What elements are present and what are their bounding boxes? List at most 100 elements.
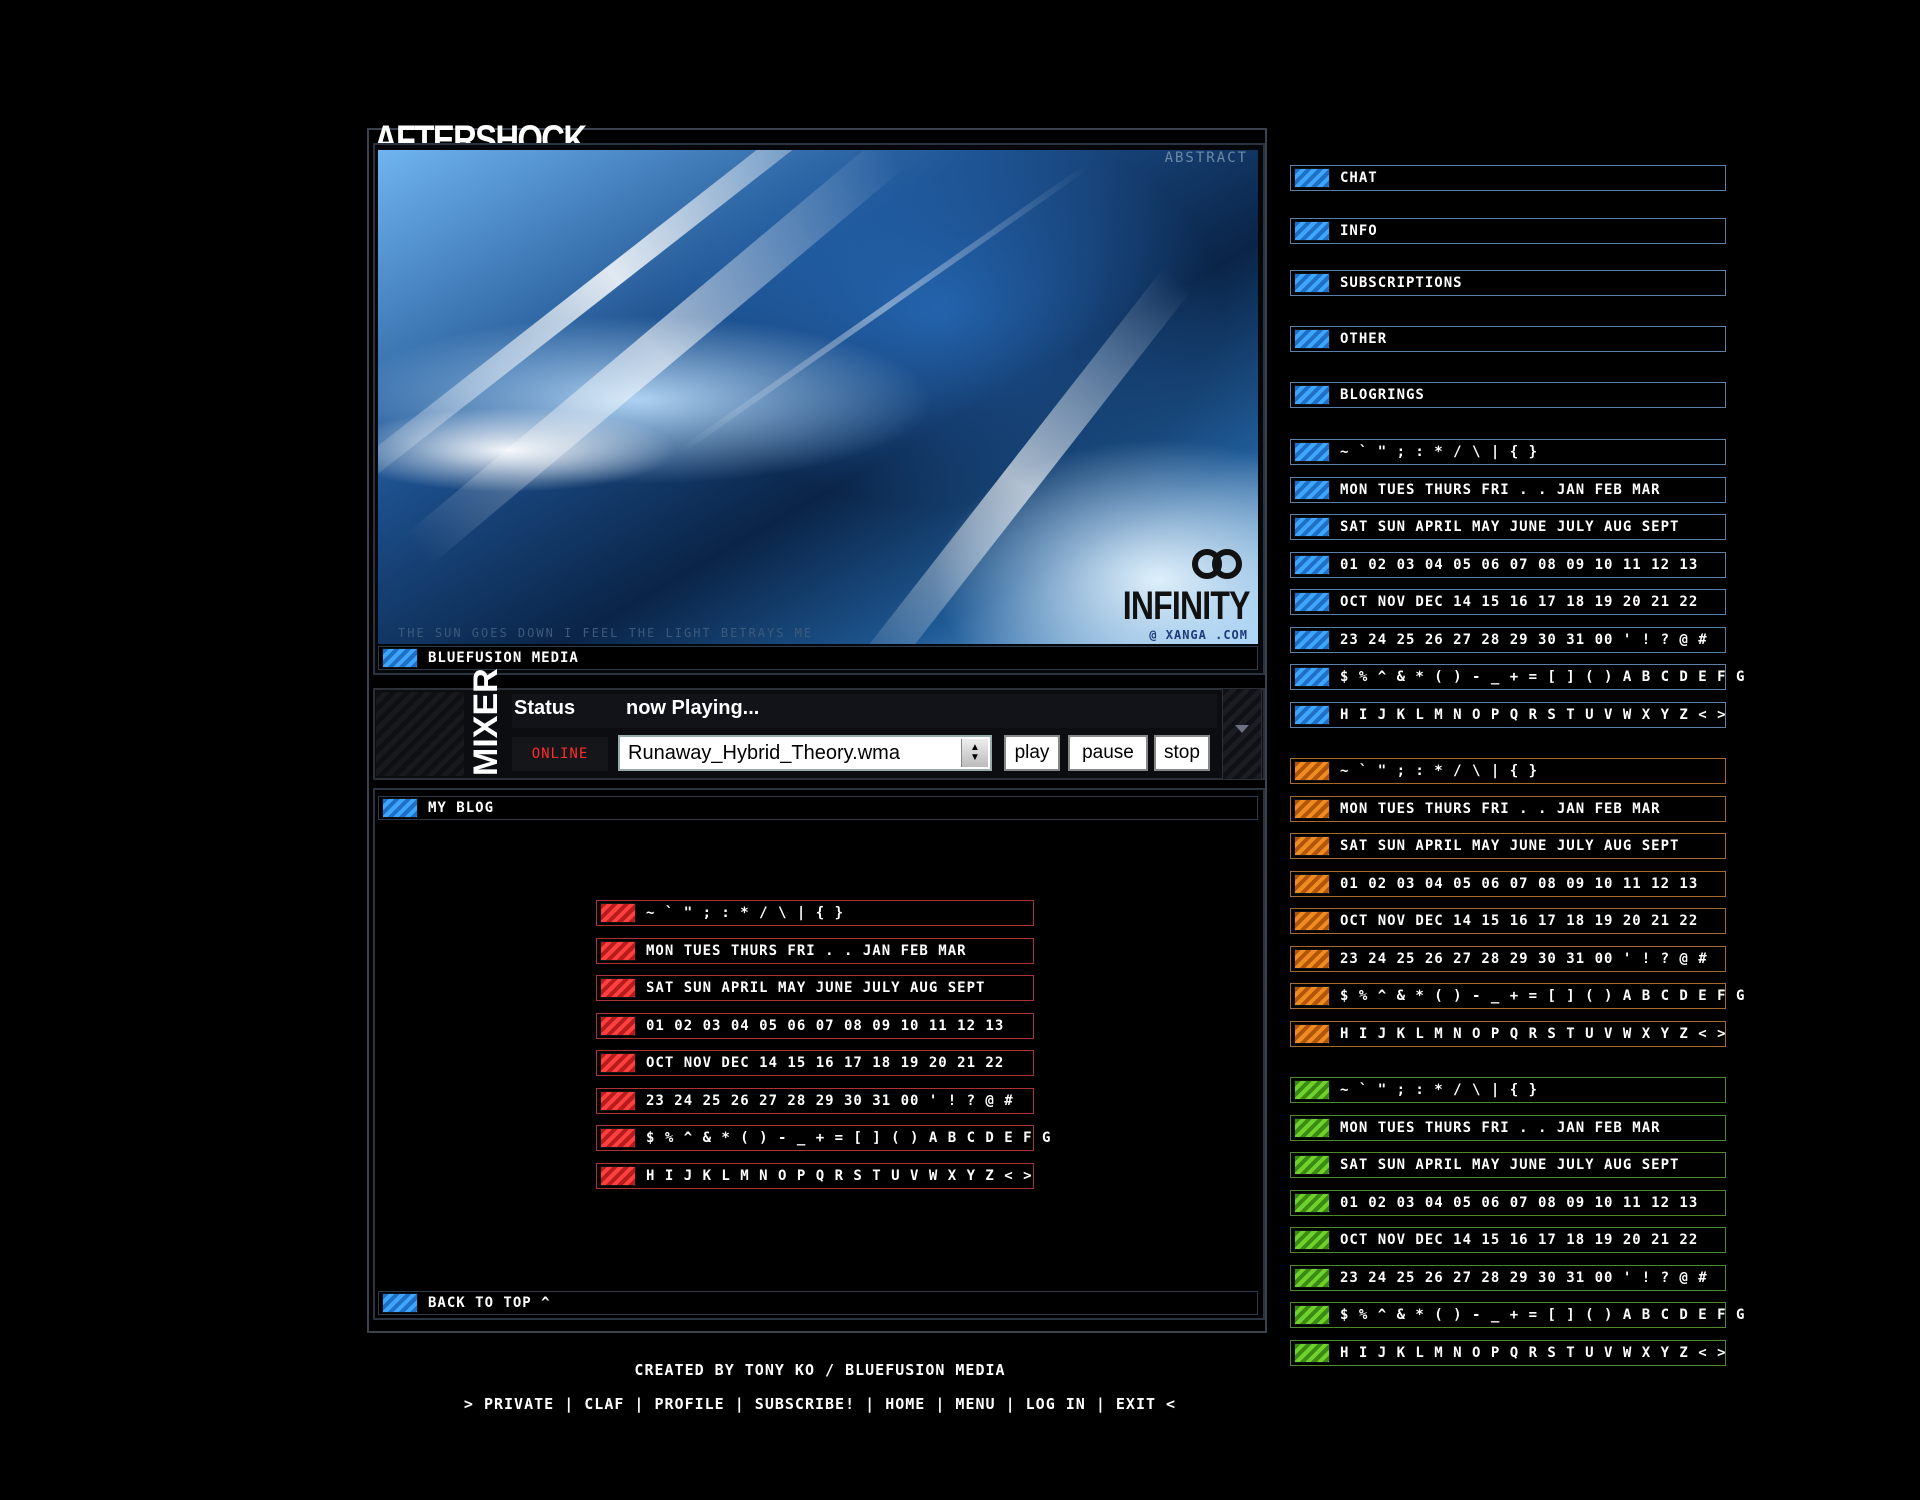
charset-orange-line-label: 01 02 03 04 05 06 07 08 09 10 11 12 13 [1340, 875, 1699, 892]
hero-caption: BLUEFUSION MEDIA [428, 650, 579, 666]
charset-red-line: H I J K L M N O P Q R S T U V W X Y Z < … [596, 1162, 1034, 1189]
bar-swatch-icon [1294, 479, 1330, 500]
bar-swatch-icon [1294, 629, 1330, 650]
charset-red-line-label: MON TUES THURS FRI . . JAN FEB MAR [646, 942, 967, 959]
back-to-top-bar[interactable]: BACK TO TOP ^ [378, 1291, 1258, 1315]
charset-blue-line: $ % ^ & * ( ) - _ + = [ ] ( ) A B C D E … [1290, 664, 1744, 690]
play-button[interactable]: play [1004, 735, 1060, 771]
charset-orange-line-label: H I J K L M N O P Q R S T U V W X Y Z < … [1340, 1025, 1727, 1042]
select-arrows-icon[interactable]: ▲ ▼ [961, 739, 988, 767]
charset-red-line-label: H I J K L M N O P Q R S T U V W X Y Z < … [646, 1167, 1033, 1184]
charset-green-line-label: SAT SUN APRIL MAY JUNE JULY AUG SEPT [1340, 1157, 1680, 1173]
charset-red-line-label: 23 24 25 26 27 28 29 30 31 00 ' ! ? @ # [646, 1092, 1014, 1109]
charset-orange-line: OCT NOV DEC 14 15 16 17 18 19 20 21 22 [1290, 908, 1726, 934]
bar-swatch-icon [1294, 221, 1330, 241]
sidebar-item-info[interactable]: INFO [1290, 218, 1726, 244]
mixer-collapse-toggle[interactable] [1222, 688, 1262, 780]
charset-blue-line-label: $ % ^ & * ( ) - _ + = [ ] ( ) A B C D E … [1340, 669, 1746, 685]
charset-orange-line-label: ~ ` " ; : * / \ | { } [1340, 763, 1539, 779]
charset-green-line: SAT SUN APRIL MAY JUNE JULY AUG SEPT [1290, 1152, 1726, 1178]
bar-swatch-icon [1294, 1267, 1330, 1288]
bar-swatch-icon [1294, 1023, 1330, 1044]
bar-swatch-icon [382, 1293, 418, 1313]
bar-swatch-icon [600, 1090, 636, 1111]
charset-green-line-label: OCT NOV DEC 14 15 16 17 18 19 20 21 22 [1340, 1232, 1699, 1248]
charset-blue-line: SAT SUN APRIL MAY JUNE JULY AUG SEPT [1290, 514, 1726, 540]
charset-red-line: OCT NOV DEC 14 15 16 17 18 19 20 21 22 [596, 1050, 1034, 1076]
hero-watermark: ABSTRACT [1164, 150, 1248, 166]
sidebar-item-chat[interactable]: CHAT [1290, 165, 1726, 191]
stop-button[interactable]: stop [1154, 735, 1210, 771]
status-label: Status [514, 697, 576, 719]
charset-blue-line-label: ~ ` " ; : * / \ | { } [1340, 444, 1539, 460]
charset-orange-line: MON TUES THURS FRI . . JAN FEB MAR [1290, 795, 1726, 822]
charset-red-line-label: ~ ` " ; : * / \ | { } [646, 905, 845, 921]
bar-swatch-icon [600, 1165, 636, 1186]
bar-swatch-icon [1294, 704, 1330, 725]
bar-swatch-icon [1294, 761, 1330, 781]
charset-blue-line: OCT NOV DEC 14 15 16 17 18 19 20 21 22 [1290, 589, 1726, 615]
bar-swatch-icon [1294, 385, 1330, 405]
back-to-top-link[interactable]: BACK TO TOP ^ [428, 1295, 551, 1311]
charset-blue-line-label: SAT SUN APRIL MAY JUNE JULY AUG SEPT [1340, 519, 1680, 535]
charset-blue-line-label: 01 02 03 04 05 06 07 08 09 10 11 12 13 [1340, 556, 1699, 573]
charset-blue-line-label: H I J K L M N O P Q R S T U V W X Y Z < … [1340, 706, 1727, 723]
blog-title: MY BLOG [428, 800, 495, 816]
pause-button[interactable]: pause [1068, 735, 1148, 771]
bar-swatch-icon [382, 798, 418, 818]
charset-green-line: OCT NOV DEC 14 15 16 17 18 19 20 21 22 [1290, 1227, 1726, 1253]
bar-swatch-icon [600, 1015, 636, 1036]
bar-swatch-icon [1294, 329, 1330, 349]
bar-swatch-icon [1294, 273, 1330, 293]
hero-lyrics: THE SUN GOES DOWN I FEEL THE LIGHT BETRA… [398, 626, 814, 640]
sidebar-item-blogrings[interactable]: BLOGRINGS [1290, 382, 1726, 408]
hero-caption-bar: BLUEFUSION MEDIA [378, 646, 1258, 670]
mixer-status-row [512, 694, 1217, 728]
sidebar-item-blogrings-label: BLOGRINGS [1340, 387, 1425, 403]
hero-image: ABSTRACT THE SUN GOES DOWN I FEEL THE LI… [378, 150, 1258, 644]
infinity-brand: INFINITY [1123, 584, 1251, 628]
charset-blue-line: MON TUES THURS FRI . . JAN FEB MAR [1290, 476, 1726, 503]
bar-swatch-icon [1294, 592, 1330, 612]
bar-swatch-icon [1294, 1342, 1330, 1363]
xanga-link[interactable]: @ XANGA .COM [1149, 628, 1248, 642]
charset-orange-line-label: SAT SUN APRIL MAY JUNE JULY AUG SEPT [1340, 838, 1680, 854]
charset-orange-line: ~ ` " ; : * / \ | { } [1290, 758, 1726, 784]
charset-green-line-label: H I J K L M N O P Q R S T U V W X Y Z < … [1340, 1344, 1727, 1361]
charset-orange-line: 23 24 25 26 27 28 29 30 31 00 ' ! ? @ # [1290, 945, 1726, 972]
bar-swatch-icon [1294, 1305, 1330, 1325]
bar-swatch-icon [1294, 948, 1330, 969]
now-playing-label: now Playing... [626, 697, 760, 719]
bar-swatch-icon [600, 1128, 636, 1148]
charset-blue-line: ~ ` " ; : * / \ | { } [1290, 439, 1726, 465]
bar-swatch-icon [1294, 1117, 1330, 1138]
charset-green-line-label: MON TUES THURS FRI . . JAN FEB MAR [1340, 1119, 1661, 1136]
charset-red-line: 01 02 03 04 05 06 07 08 09 10 11 12 13 [596, 1012, 1034, 1039]
sidebar-item-chat-label: CHAT [1340, 170, 1378, 186]
charset-orange-line-label: $ % ^ & * ( ) - _ + = [ ] ( ) A B C D E … [1340, 988, 1746, 1004]
sidebar-item-other-label: OTHER [1340, 331, 1388, 347]
sidebar-item-subscriptions[interactable]: SUBSCRIPTIONS [1290, 270, 1726, 296]
charset-orange-line: SAT SUN APRIL MAY JUNE JULY AUG SEPT [1290, 833, 1726, 859]
charset-red-line: $ % ^ & * ( ) - _ + = [ ] ( ) A B C D E … [596, 1125, 1050, 1151]
charset-green-line-label: 23 24 25 26 27 28 29 30 31 00 ' ! ? @ # [1340, 1269, 1708, 1286]
online-status-badge: ONLINE [512, 737, 608, 771]
bar-swatch-icon [1294, 168, 1330, 188]
bar-swatch-icon [600, 1053, 636, 1073]
track-select[interactable]: Runaway_Hybrid_Theory.wma ▲ ▼ [618, 735, 992, 771]
sidebar-item-other[interactable]: OTHER [1290, 326, 1726, 352]
charset-green-line-label: $ % ^ & * ( ) - _ + = [ ] ( ) A B C D E … [1340, 1307, 1746, 1323]
charset-green-line-label: 01 02 03 04 05 06 07 08 09 10 11 12 13 [1340, 1194, 1699, 1211]
charset-blue-line-label: 23 24 25 26 27 28 29 30 31 00 ' ! ? @ # [1340, 631, 1708, 648]
bar-swatch-icon [1294, 1155, 1330, 1175]
charset-green-line: 23 24 25 26 27 28 29 30 31 00 ' ! ? @ # [1290, 1264, 1726, 1291]
charset-orange-line: $ % ^ & * ( ) - _ + = [ ] ( ) A B C D E … [1290, 983, 1744, 1009]
footer-nav[interactable]: > PRIVATE | CLAF | PROFILE | SUBSCRIBE! … [0, 1395, 1640, 1413]
charset-red-line: ~ ` " ; : * / \ | { } [596, 900, 1034, 926]
bar-swatch-icon [1294, 986, 1330, 1006]
charset-green-line: ~ ` " ; : * / \ | { } [1290, 1077, 1726, 1103]
charset-green-line: 01 02 03 04 05 06 07 08 09 10 11 12 13 [1290, 1189, 1726, 1216]
bar-swatch-icon [600, 978, 636, 998]
infinity-logo-icon [1192, 549, 1242, 579]
bar-swatch-icon [1294, 911, 1330, 931]
